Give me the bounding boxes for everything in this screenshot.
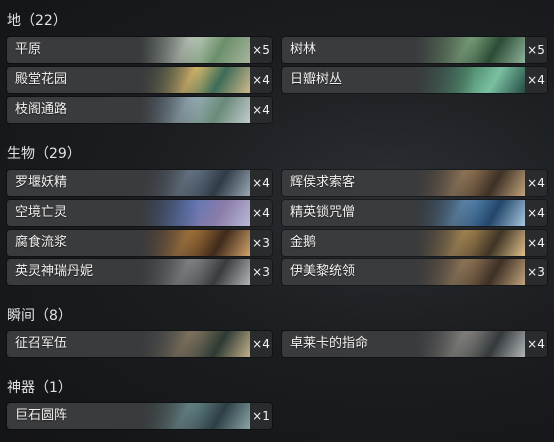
card-row[interactable]: 殿堂花园 ×4 [7, 67, 272, 93]
card-art [140, 331, 250, 357]
section-title-instants: 瞬间（8） [7, 308, 72, 324]
card-row[interactable]: 罗堰妖精 ×4 [7, 170, 272, 196]
card-row[interactable]: 平原 ×5 [7, 37, 272, 63]
card-row[interactable]: 日瓣树丛 ×4 [282, 67, 547, 93]
card-art [415, 170, 525, 196]
card-art [140, 230, 250, 256]
card-name: 罗堰妖精 [15, 175, 68, 190]
card-name: 日瓣树丛 [290, 72, 343, 87]
card-row[interactable]: 枝阁通路 ×4 [7, 97, 272, 123]
card-count: ×4 [250, 331, 272, 357]
card-name: 枝阁通路 [15, 102, 68, 117]
card-count: ×3 [250, 230, 272, 256]
card-row[interactable]: 精英锁咒僧 ×4 [282, 200, 547, 226]
section-title-lands: 地（22） [7, 13, 67, 29]
card-count: ×5 [250, 37, 272, 63]
card-count: ×4 [525, 230, 547, 256]
card-row[interactable]: 空境亡灵 ×4 [7, 200, 272, 226]
card-count: ×4 [250, 200, 272, 226]
card-row[interactable]: 辉侯求索客 ×4 [282, 170, 547, 196]
card-art [140, 200, 250, 226]
card-art [140, 67, 250, 93]
section-title-artifacts: 神器（1） [7, 380, 72, 396]
card-art [140, 403, 250, 429]
card-art [415, 37, 525, 63]
card-count: ×4 [250, 170, 272, 196]
card-name: 平原 [15, 42, 42, 57]
card-art [140, 97, 250, 123]
card-count: ×5 [525, 37, 547, 63]
card-row[interactable]: 金鹅 ×4 [282, 230, 547, 256]
card-row[interactable]: 征召军伍 ×4 [7, 331, 272, 357]
card-art [415, 230, 525, 256]
card-art [415, 331, 525, 357]
card-name: 空境亡灵 [15, 205, 68, 220]
card-count: ×4 [525, 331, 547, 357]
card-art [140, 170, 250, 196]
card-name: 精英锁咒僧 [290, 205, 356, 220]
card-name: 伊美黎统领 [290, 264, 356, 279]
card-row[interactable]: 卓莱卡的指命 ×4 [282, 331, 547, 357]
card-name: 辉侯求索客 [290, 175, 356, 190]
card-row[interactable]: 巨石圆阵 ×1 [7, 403, 272, 429]
card-count: ×4 [525, 170, 547, 196]
card-art [140, 37, 250, 63]
card-row[interactable]: 腐食流浆 ×3 [7, 230, 272, 256]
card-count: ×4 [250, 67, 272, 93]
card-art [415, 259, 525, 285]
card-name: 腐食流浆 [15, 235, 68, 250]
card-row[interactable]: 英灵神瑞丹妮 ×3 [7, 259, 272, 285]
section-title-creatures: 生物（29） [7, 146, 81, 162]
card-name: 英灵神瑞丹妮 [15, 264, 94, 279]
card-count: ×4 [525, 200, 547, 226]
card-art [140, 259, 250, 285]
card-count: ×1 [250, 403, 272, 429]
card-count: ×3 [525, 259, 547, 285]
card-count: ×4 [525, 67, 547, 93]
card-art [415, 67, 525, 93]
card-count: ×3 [250, 259, 272, 285]
card-name: 金鹅 [290, 235, 317, 250]
card-name: 巨石圆阵 [15, 408, 68, 423]
card-row[interactable]: 树林 ×5 [282, 37, 547, 63]
card-name: 征召军伍 [15, 336, 68, 351]
card-art [415, 200, 525, 226]
card-name: 卓莱卡的指命 [290, 336, 369, 351]
card-count: ×4 [250, 97, 272, 123]
card-name: 树林 [290, 42, 317, 57]
card-name: 殿堂花园 [15, 72, 68, 87]
card-row[interactable]: 伊美黎统领 ×3 [282, 259, 547, 285]
